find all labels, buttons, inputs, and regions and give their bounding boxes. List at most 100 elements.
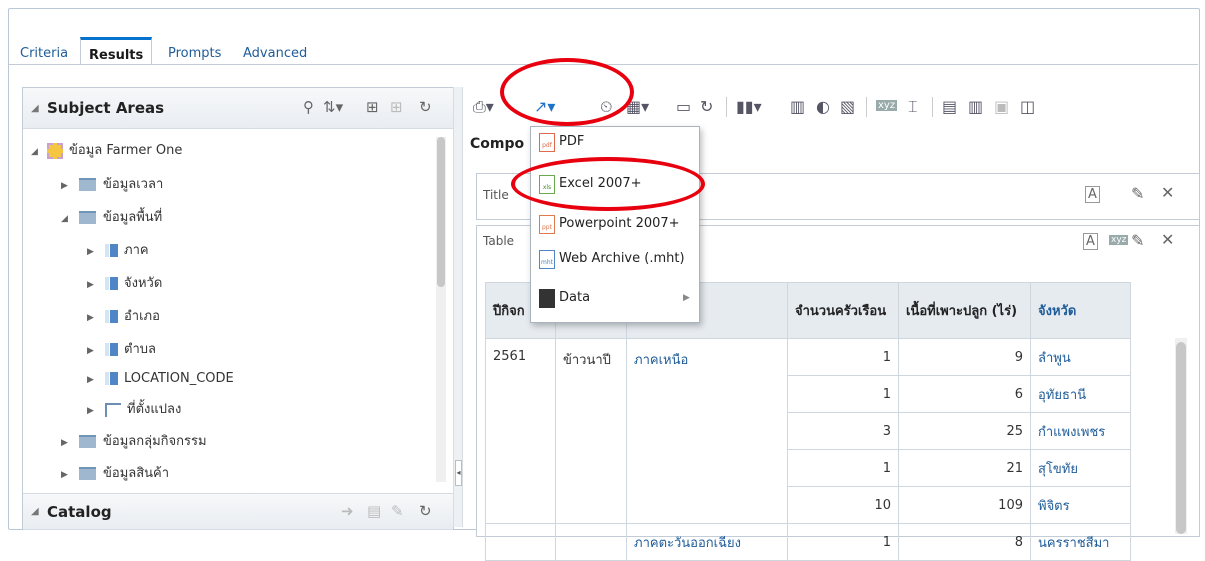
folder-icon [79,467,96,480]
refresh-icon[interactable]: ↻ [419,98,432,116]
text-box-icon[interactable]: ⌶ [908,97,918,117]
compound-view-icon[interactable]: ▤ [942,97,957,116]
collapse-panel-handle[interactable]: ◂ [455,460,462,486]
selector-icon[interactable]: ◐ [816,97,830,116]
catalog-header: ◢ Catalog ➜ ▤ ✎ ↻ [23,493,453,530]
collapsed-caret-icon[interactable]: ▶ [87,307,99,329]
tree-item-column[interactable]: ▶ LOCATION_CODE [87,368,234,390]
province-cell[interactable]: ลำพูน [1030,338,1131,376]
tab-prompts[interactable]: Prompts [168,46,221,61]
highlight-oval-excel [511,157,705,211]
collapsed-caret-icon[interactable]: ▶ [87,369,99,391]
data-icon [539,289,555,308]
tree-item-folder[interactable]: ▶ ข้อมูลกลุ่มกิจกรรม [61,431,207,453]
search-icon[interactable]: ⚲ [303,98,314,116]
column-icon [105,343,118,356]
collapse-triangle-icon[interactable]: ◢ [31,506,39,517]
print-icon[interactable]: ⎙▾ [473,97,494,117]
tree-item-hierarchy[interactable]: ▶ ที่ตั้งแปลง [87,399,181,421]
collapse-triangle-icon[interactable]: ◢ [31,103,39,114]
collapsed-caret-icon[interactable]: ▶ [61,175,73,197]
tab-results[interactable]: Results [80,37,153,64]
table-row: 2561 ข้าวนาปี ภาคเหนือ 1 9 ลำพูน [485,338,1146,524]
tree-item-folder[interactable]: ◢ ข้อมูลพื้นที่ [61,207,162,229]
area-cell: 109 [898,486,1031,524]
expanded-caret-icon[interactable]: ◢ [31,141,43,163]
area-cell: 6 [898,375,1031,413]
split-icon[interactable]: ◫ [1020,97,1035,116]
collapsed-caret-icon[interactable]: ▶ [87,241,99,263]
households-cell: 1 [787,449,899,487]
table-gap [1131,487,1146,524]
tree-item-column[interactable]: ▶ ภาค [87,240,149,262]
column-icon [105,277,118,290]
column-header[interactable]: จังหวัด [1030,282,1131,339]
edit-pencil-icon[interactable]: ✎ [1131,231,1144,250]
province-cell[interactable]: นครราชสีมา [1030,523,1131,561]
arrow-right-icon[interactable]: ➜ [341,502,354,520]
collapsed-caret-icon[interactable]: ▶ [87,340,99,362]
results-table: ปีกิจก จำนวนครัวเรือน เนื้อที่เพาะปลูก (… [485,282,1146,561]
properties-icon[interactable]: ▤ [367,502,381,520]
bar-chart-icon[interactable]: ▮▮▾ [736,97,762,116]
tree-item-column[interactable]: ▶ ตำบล [87,339,156,361]
text-format-icon[interactable]: A [1085,186,1100,203]
collapsed-caret-icon[interactable]: ▶ [61,432,73,454]
delete-view-icon[interactable]: ▣ [994,97,1009,116]
close-icon[interactable]: ✕ [1161,230,1174,249]
menu-item-web-archive[interactable]: mht Web Archive (.mht) [531,244,699,274]
text-format-icon[interactable]: A [1083,233,1098,250]
tree-item-folder[interactable]: ▶ ข้อมูลเวลา [61,174,163,196]
column-icon [105,244,118,257]
region-cell[interactable]: ภาคตะวันออกเฉียง [626,523,788,561]
column-header[interactable]: จำนวนครัวเรือน [787,282,899,339]
region-cell[interactable]: ภาคเหนือ [626,338,788,524]
tab-advanced[interactable]: Advanced [243,46,307,61]
edit-pencil-icon[interactable]: ✎ [1131,184,1144,203]
province-cell[interactable]: กำแพงเพชร [1030,412,1131,450]
province-cell[interactable]: สุโขทัย [1030,449,1131,487]
menu-item-data[interactable]: Data ▶ [531,283,699,313]
tab-criteria[interactable]: Criteria [20,46,68,61]
area-cell: 21 [898,449,1031,487]
columns-icon[interactable]: ▥ [968,97,983,116]
menu-item-pdf[interactable]: pdf PDF [531,127,699,157]
households-cell: 3 [787,412,899,450]
filter-icon[interactable]: ▥ [790,97,805,116]
menu-item-powerpoint[interactable]: ppt Powerpoint 2007+ [531,209,699,239]
province-cell[interactable]: อุทัยธานี [1030,375,1131,413]
close-icon[interactable]: ✕ [1161,183,1174,202]
add-criteria-icon[interactable]: ⊞ [366,98,379,116]
tree-item-folder[interactable]: ▶ ข้อมูลสินค้า [61,463,169,485]
tree-item-column[interactable]: ▶ จังหวัด [87,273,162,295]
tree-item-subject[interactable]: ◢ ข้อมูล Farmer One [31,140,182,162]
edit-icon[interactable]: ✎ [391,502,404,520]
left-scrollbar-thumb[interactable] [437,137,445,287]
column-header[interactable]: เนื้อที่เพาะปลูก (ไร่) [898,282,1031,339]
xyz-icon[interactable]: xyz [876,100,898,111]
refresh-icon[interactable]: ↻ [419,502,432,520]
remove-icon[interactable]: ⊞ [390,98,403,116]
sort-icon[interactable]: ⇅▾ [323,98,343,116]
area-cell: 9 [898,338,1031,376]
collapsed-caret-icon[interactable]: ▶ [61,464,73,486]
edit-view-icon[interactable]: ▭ [676,97,691,116]
tree-item-column[interactable]: ▶ อำเภอ [87,306,160,328]
collapsed-caret-icon[interactable]: ▶ [87,274,99,296]
title-view-label: Title [483,188,509,202]
collapsed-caret-icon[interactable]: ▶ [87,400,99,422]
xyz-icon[interactable]: xyz [1109,235,1129,245]
table-view-label: Table [483,234,515,248]
crop-cell [555,523,627,561]
province-cell[interactable]: พิจิตร [1030,486,1131,524]
mht-icon: mht [539,250,555,269]
table-gap [1131,413,1146,450]
compound-layout-label: Compo [470,136,525,152]
expanded-caret-icon[interactable]: ◢ [61,208,73,230]
refresh-icon[interactable]: ↻ [700,97,713,116]
layout-icon[interactable]: ▧ [840,97,855,116]
export-menu: pdf PDF xls Excel 2007+ ppt Powerpoint 2… [530,126,700,323]
toolbar-separator [726,97,727,117]
highlight-oval-export [500,58,634,126]
table-scrollbar-thumb[interactable] [1176,342,1186,534]
